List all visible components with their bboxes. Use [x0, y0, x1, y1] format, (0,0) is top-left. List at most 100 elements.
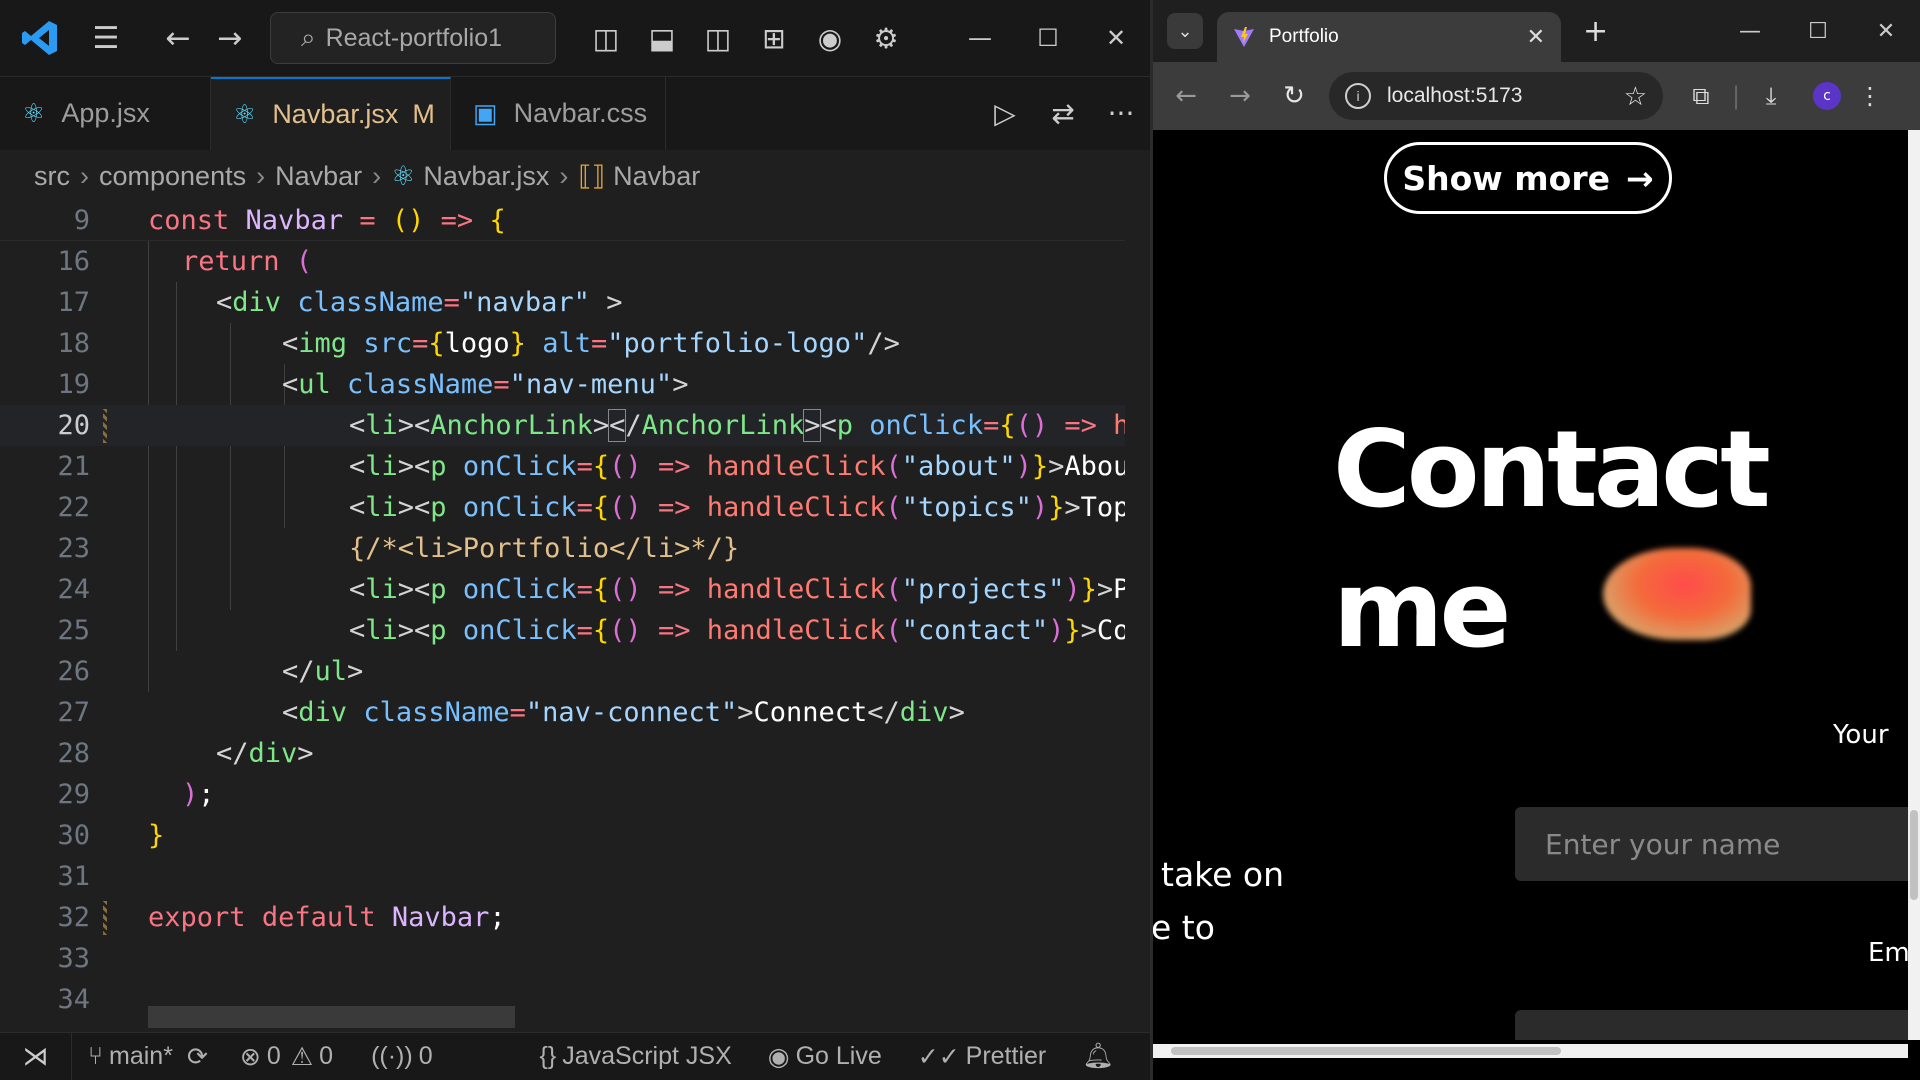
forward-arrow-icon[interactable]: → — [1213, 81, 1267, 111]
downloads-icon[interactable]: ⤓ — [1743, 82, 1799, 110]
line-number: 27 — [57, 697, 90, 728]
vscode-logo-icon — [0, 19, 80, 57]
vertical-scrollbar-thumb[interactable] — [1910, 810, 1918, 900]
react-icon: ⚛ — [391, 160, 416, 191]
reload-icon[interactable]: ↻ — [1267, 81, 1321, 111]
css3-icon: ▣ — [473, 98, 498, 128]
ports-indicator[interactable]: ((·)) 0 — [371, 1042, 433, 1071]
arrow-right-icon: → — [1625, 158, 1654, 198]
page-viewport: Show more → Contact me Your take on e to… — [1153, 130, 1908, 1040]
customize-layout-icon[interactable]: ⊞ — [746, 22, 802, 55]
show-more-button[interactable]: Show more → — [1384, 142, 1672, 214]
line-number: 28 — [57, 738, 90, 769]
forward-arrow-icon[interactable]: → — [204, 21, 256, 56]
toggle-secondary-sidebar-icon[interactable]: ◫ — [690, 22, 746, 55]
tab-navbar-jsx[interactable]: ⚛ Navbar.jsx M — [211, 77, 451, 150]
more-actions-icon[interactable]: ··· — [1092, 97, 1150, 130]
code-editor[interactable]: 9 const Navbar = () => { 16 return ( 17 … — [0, 200, 1125, 1032]
breadcrumb-item[interactable]: src — [34, 161, 70, 192]
compare-changes-icon[interactable]: ⇄ — [1034, 97, 1092, 130]
language-mode[interactable]: {} JavaScript JSX — [540, 1042, 732, 1071]
tab-app-jsx[interactable]: ⚛ App.jsx — [0, 77, 211, 150]
horizontal-scrollbar[interactable] — [1153, 1044, 1908, 1058]
more-menu-icon[interactable]: ⋮ — [1855, 82, 1885, 110]
name-input[interactable] — [1515, 807, 1908, 881]
line-number: 29 — [57, 779, 90, 810]
line-number: 26 — [57, 656, 90, 687]
breadcrumb-item[interactable]: Navbar.jsx — [423, 161, 549, 192]
line-number: 33 — [57, 943, 90, 974]
breadcrumb: src › components › Navbar › ⚛ Navbar.jsx… — [34, 152, 700, 200]
code-text: return ( — [182, 246, 313, 277]
problems-indicator[interactable]: ⊗ 0 ⚠ 0 — [240, 1042, 333, 1072]
code-text: ); — [182, 779, 215, 810]
profile-avatar[interactable]: c — [1813, 82, 1841, 110]
gear-icon[interactable]: ⚙ — [858, 22, 914, 55]
vscode-window: ☰ ← → ⌕ React-portfolio1 ◫ ⬓ ◫ ⊞ ◉ ⚙ — ☐… — [0, 0, 1153, 1080]
close-icon[interactable]: ✕ — [1852, 19, 1920, 44]
line-number: 22 — [57, 492, 90, 523]
warning-count: 0 — [319, 1042, 334, 1070]
horizontal-scrollbar-thumb[interactable] — [148, 1006, 515, 1028]
horizontal-scrollbar-thumb[interactable] — [1171, 1047, 1561, 1055]
back-arrow-icon[interactable]: ← — [1159, 81, 1213, 111]
symbol-variable-icon: ⟦⟧ — [578, 160, 606, 191]
code-line: 9 const Navbar = () => { — [0, 200, 1125, 241]
gradient-blob-decoration — [1603, 548, 1751, 640]
minimize-icon[interactable]: — — [946, 24, 1014, 52]
extensions-puzzle-icon[interactable]: ⧉ — [1673, 82, 1729, 110]
minimize-icon[interactable]: — — [1716, 19, 1784, 44]
breadcrumb-item[interactable]: Navbar — [275, 161, 362, 192]
line-number: 18 — [57, 328, 90, 359]
browser-window: ⌄ Portfolio ✕ + — ☐ ✕ ← → ↻ i localhost:… — [1153, 0, 1920, 1080]
address-bar[interactable]: i localhost:5173 ☆ — [1329, 72, 1663, 120]
notifications-bell-icon[interactable]: 🔔︎ — [1082, 1042, 1114, 1071]
contact-description-line2: e to — [1153, 908, 1215, 947]
close-tab-icon[interactable]: ✕ — [1527, 24, 1545, 50]
go-live-button[interactable]: ◉ Go Live — [768, 1042, 882, 1072]
show-more-label: Show more — [1402, 158, 1610, 198]
breadcrumb-item[interactable]: components — [99, 161, 246, 192]
code-text: <li><AnchorLink></AnchorLink><p onClick=… — [349, 409, 1125, 442]
maximize-icon[interactable]: ☐ — [1784, 19, 1852, 44]
prettier-button[interactable]: ✓✓ Prettier — [918, 1042, 1047, 1072]
back-arrow-icon[interactable]: ← — [152, 21, 204, 56]
code-text: </div> — [216, 738, 314, 769]
breadcrumb-item[interactable]: Navbar — [613, 161, 700, 192]
hamburger-menu-icon[interactable]: ☰ — [80, 21, 132, 56]
toolbar-divider: | — [1731, 82, 1741, 110]
tab-navbar-css[interactable]: ▣ Navbar.css — [451, 77, 666, 150]
modified-indicator: M — [412, 99, 435, 129]
line-number: 20 — [57, 410, 90, 441]
code-line: 23 {/*<li>Portfolio</li>*/} — [0, 528, 1125, 569]
new-tab-plus-icon[interactable]: + — [1583, 14, 1608, 49]
code-text: <div className="nav-connect">Connect</di… — [282, 697, 965, 728]
vertical-scrollbar[interactable] — [1908, 130, 1920, 1040]
sync-icon[interactable]: ⟳ — [187, 1042, 208, 1072]
tab-search-chevron-icon[interactable]: ⌄ — [1167, 13, 1203, 49]
run-icon[interactable]: ▷ — [976, 97, 1034, 130]
code-text: } — [148, 820, 165, 851]
go-live-label: Go Live — [795, 1042, 882, 1070]
remote-indicator-icon[interactable]: ⋊ — [0, 1032, 72, 1080]
vite-favicon-icon — [1234, 27, 1254, 47]
chevron-right-icon: › — [559, 160, 569, 191]
browser-toolbar: ← → ↻ i localhost:5173 ☆ ⧉ | ⤓ c ⋮ — [1153, 62, 1920, 130]
site-info-icon[interactable]: i — [1345, 83, 1371, 109]
email-input[interactable] — [1515, 1010, 1908, 1040]
line-number: 32 — [57, 902, 90, 933]
toggle-panel-icon[interactable]: ⬓ — [634, 22, 690, 55]
bookmark-star-icon[interactable]: ☆ — [1624, 81, 1647, 112]
code-line: 24 <li><p onClick={() => handleClick("pr… — [0, 569, 1125, 610]
close-icon[interactable]: ✕ — [1082, 24, 1150, 52]
code-line: 17 <div className="navbar" > — [0, 282, 1125, 323]
toggle-primary-sidebar-icon[interactable]: ◫ — [578, 22, 634, 55]
browser-tab-portfolio[interactable]: Portfolio ✕ — [1217, 12, 1561, 62]
command-center-search[interactable]: ⌕ React-portfolio1 — [270, 12, 556, 64]
maximize-icon[interactable]: ☐ — [1014, 24, 1082, 52]
code-text: const Navbar = () => { — [148, 204, 506, 236]
tab-label: Navbar.jsx — [272, 99, 399, 129]
account-icon[interactable]: ◉ — [802, 22, 858, 55]
branch-indicator[interactable]: ⑂ main* ⟳ — [88, 1042, 214, 1072]
editor-scrollbar[interactable] — [1125, 200, 1150, 1032]
